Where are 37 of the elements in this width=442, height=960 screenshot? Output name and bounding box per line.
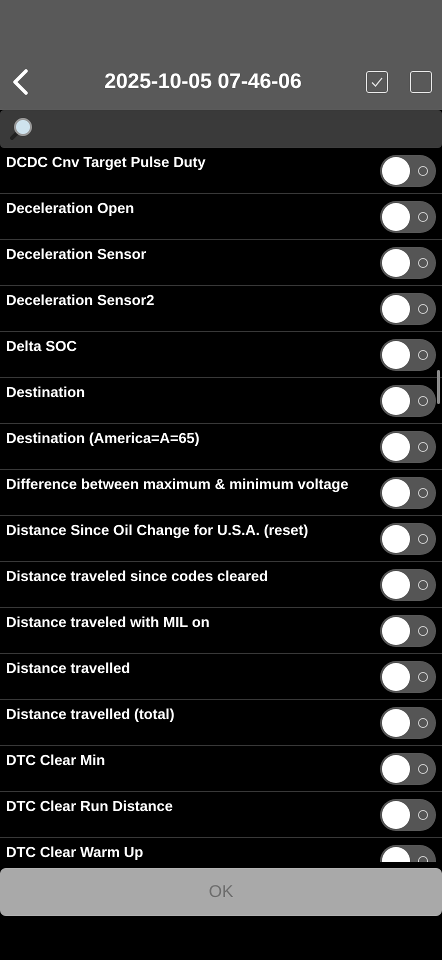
- toggle-switch[interactable]: [380, 661, 436, 693]
- toggle-switch[interactable]: [380, 247, 436, 279]
- toggle-switch[interactable]: [380, 753, 436, 785]
- setting-label: Deceleration Sensor2: [5, 292, 154, 311]
- toggle-switch[interactable]: [380, 707, 436, 739]
- toggle-switch[interactable]: [380, 523, 436, 555]
- setting-label: DTC Clear Min: [5, 752, 106, 771]
- setting-label: Distance traveled with MIL on: [5, 614, 210, 633]
- checkbox[interactable]: [410, 71, 432, 93]
- toggle-switch[interactable]: [380, 339, 436, 371]
- window-title: 2025-10-05 07-46-06: [103, 70, 303, 94]
- toggle-switch[interactable]: [380, 569, 436, 601]
- toggle-switch[interactable]: [380, 799, 436, 831]
- setting-label: Destination (America=A=65): [5, 430, 200, 449]
- setting-label: Deceleration Open: [5, 200, 134, 219]
- scroll-indicator: [437, 370, 440, 404]
- search-icon: [8, 116, 34, 142]
- setting-label: Distance travelled (total): [5, 706, 174, 725]
- toggle-switch[interactable]: [380, 477, 436, 509]
- toggle-switch[interactable]: [380, 431, 436, 463]
- toggle-switch[interactable]: [380, 615, 436, 647]
- toggle-switch[interactable]: [380, 293, 436, 325]
- setting-label: Deceleration Sensor: [5, 246, 146, 265]
- setting-label: Distance traveled since codes cleared: [5, 568, 268, 587]
- toggle-switch[interactable]: [380, 201, 436, 233]
- setting-label: Distance Since Oil Change for U.S.A. (reset): [5, 522, 308, 541]
- setting-label: DTC Clear Run Distance: [5, 798, 173, 817]
- setting-label: DTC Clear Warm Up: [5, 844, 144, 862]
- setting-label: Difference between maximum & minimum voltage: [5, 476, 348, 495]
- setting-label: Distance travelled: [5, 660, 130, 679]
- toggle-switch[interactable]: [380, 155, 436, 187]
- search-field[interactable]: [0, 110, 442, 148]
- setting-label: Destination: [5, 384, 85, 403]
- setting-label: DCDC Cnv Target Pulse Duty: [5, 154, 206, 173]
- toggle-switch[interactable]: [380, 385, 436, 417]
- checkbox[interactable]: [366, 71, 388, 93]
- setting-label: Delta SOC: [5, 338, 77, 357]
